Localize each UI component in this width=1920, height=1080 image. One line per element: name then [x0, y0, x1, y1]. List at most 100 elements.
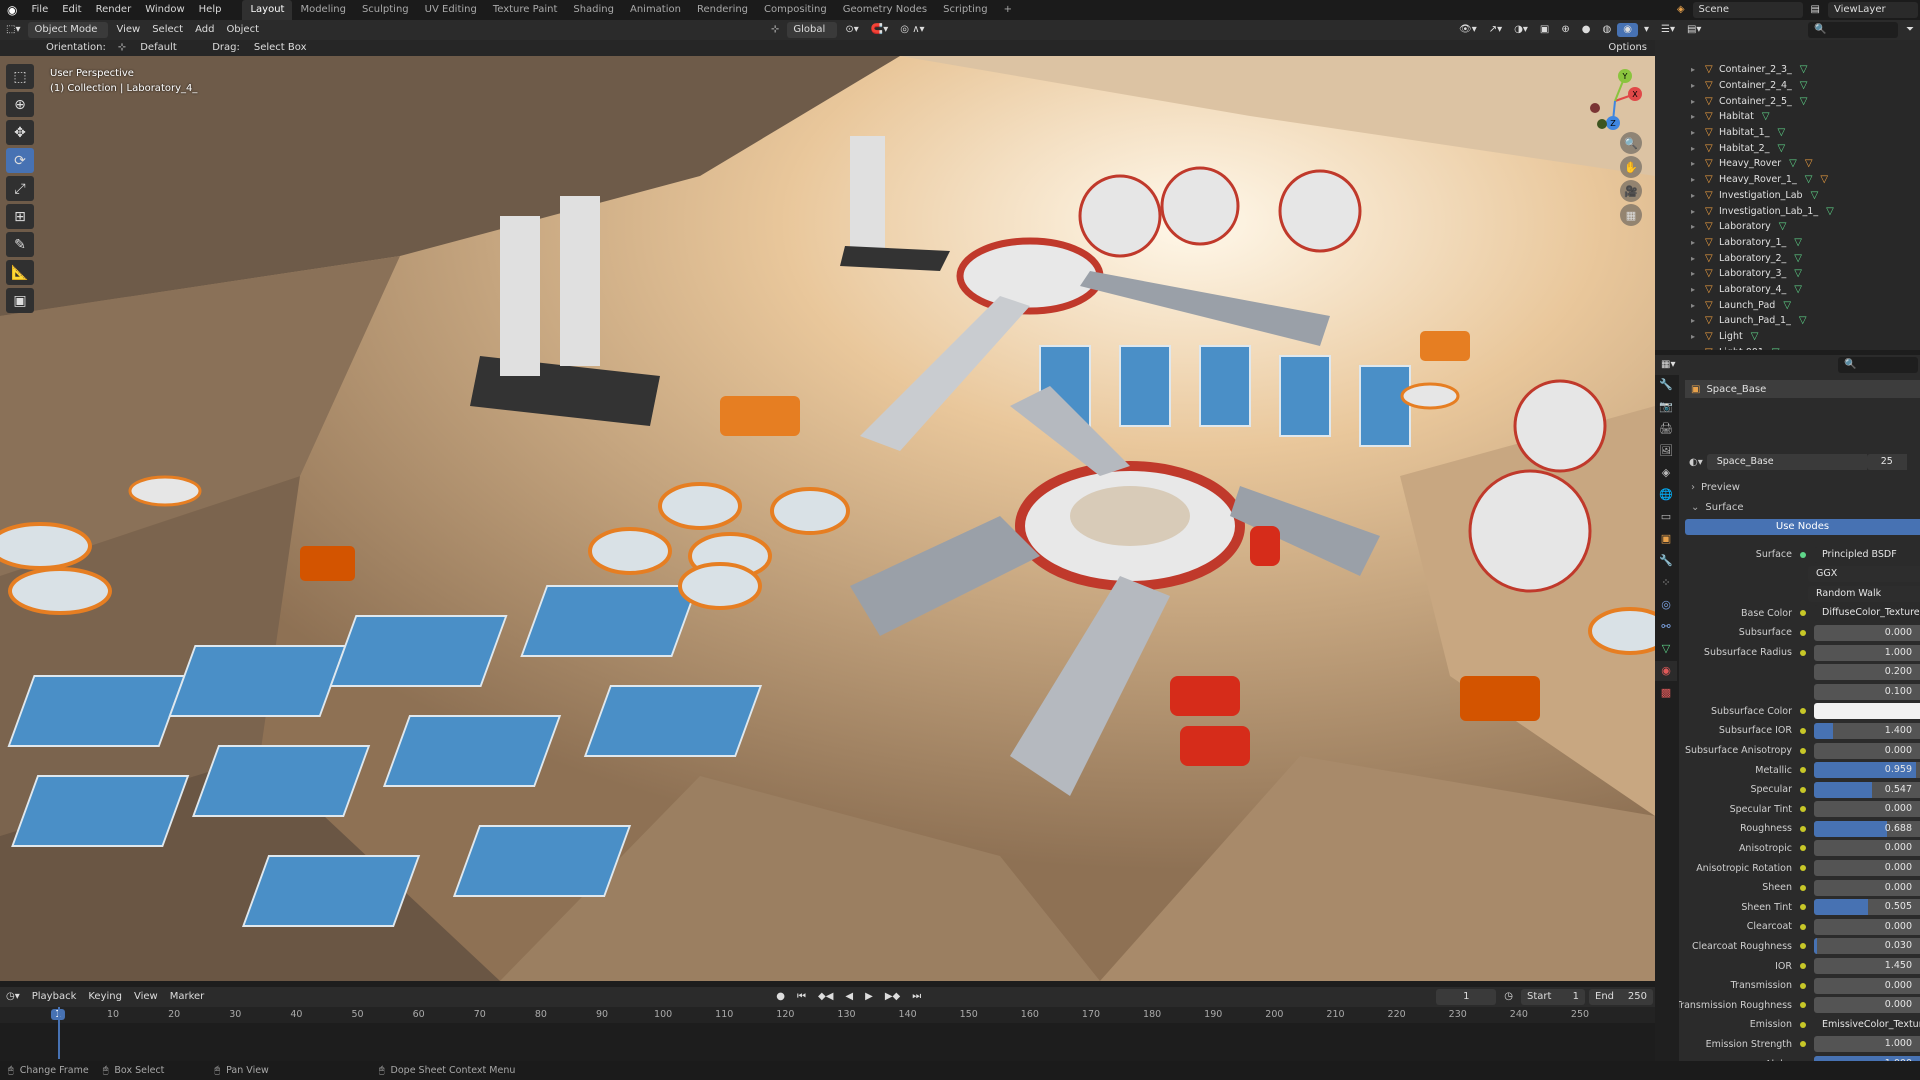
select-box-tool-icon[interactable]: ⬚	[6, 64, 34, 89]
workspace-tab-texture-paint[interactable]: Texture Paint	[485, 0, 566, 20]
visibility-icon[interactable]: 👁▾	[1453, 23, 1483, 37]
outliner-item[interactable]: ▸ ▽ Habitat ▽	[1655, 109, 1920, 125]
shading-wireframe-icon[interactable]: ⊕	[1555, 23, 1575, 37]
expand-arrow-icon[interactable]: ▸	[1691, 128, 1705, 137]
menu-render[interactable]: Render	[89, 0, 139, 20]
jump-start-icon[interactable]: ⏮	[791, 990, 812, 1004]
expand-arrow-icon[interactable]: ▸	[1691, 238, 1705, 247]
timeline-menu-marker[interactable]: Marker	[164, 990, 211, 1004]
annotate-tool-icon[interactable]: ✎	[6, 232, 34, 257]
next-keyframe-icon[interactable]: ▶◆	[879, 990, 906, 1004]
outliner-item[interactable]: ▸ ▽ Heavy_Rover_1_ ▽ ▽	[1655, 172, 1920, 188]
proportional-edit-icon[interactable]: ◎ ∧▾	[894, 23, 930, 37]
bsdf-value-field[interactable]: 0.000	[1814, 624, 1920, 641]
menu-help[interactable]: Help	[192, 0, 229, 20]
playhead[interactable]	[58, 1007, 60, 1059]
jump-end-icon[interactable]: ⏭	[906, 990, 927, 1004]
subsurface-method-dropdown[interactable]: Random Walk	[1808, 585, 1920, 602]
viewport-3d[interactable]: User Perspective (1) Collection | Labora…	[0, 56, 1655, 981]
outliner-editor-type-icon[interactable]: ☰▾	[1655, 23, 1681, 37]
play-reverse-icon[interactable]: ◀	[839, 990, 859, 1004]
play-icon[interactable]: ▶	[859, 990, 879, 1004]
editor-type-icon[interactable]: ⬚▾	[0, 23, 26, 37]
material-sphere-icon[interactable]: ◐▾	[1689, 457, 1703, 468]
workspace-tab-compositing[interactable]: Compositing	[756, 0, 835, 20]
outliner-item[interactable]: ▸ ▽ Heavy_Rover ▽ ▽	[1655, 156, 1920, 172]
socket-icon[interactable]	[1800, 767, 1806, 774]
bsdf-value-field[interactable]: 0.000	[1814, 801, 1920, 818]
orientation-selector[interactable]: Default	[134, 40, 205, 56]
bsdf-value-field[interactable]: 0.000	[1814, 840, 1920, 857]
measure-tool-icon[interactable]: 📐	[6, 260, 34, 285]
bsdf-value-field[interactable]: 1.000	[1814, 1036, 1920, 1053]
timeline-menu-playback[interactable]: Playback	[26, 990, 83, 1004]
cursor-tool-icon[interactable]: ⊕	[6, 92, 34, 117]
object-tab-icon[interactable]: ▣	[1655, 529, 1677, 549]
workspace-tab-rendering[interactable]: Rendering	[689, 0, 756, 20]
expand-arrow-icon[interactable]: ▸	[1691, 222, 1705, 231]
expand-arrow-icon[interactable]: ▸	[1691, 285, 1705, 294]
socket-icon[interactable]	[1800, 747, 1806, 754]
current-frame-field[interactable]: 1	[1436, 989, 1497, 1005]
expand-arrow-icon[interactable]: ▸	[1691, 65, 1705, 74]
expand-arrow-icon[interactable]: ▸	[1691, 269, 1705, 278]
bsdf-link-field[interactable]: EmissiveColor_Texture	[1814, 1016, 1920, 1033]
data-tab-icon[interactable]: ▽	[1655, 639, 1677, 659]
expand-arrow-icon[interactable]: ▸	[1691, 316, 1705, 325]
outliner-item[interactable]: ▸ ▽ Investigation_Lab ▽	[1655, 188, 1920, 204]
bsdf-value-field[interactable]: 0.959	[1814, 762, 1920, 779]
material-tab-icon[interactable]: ◉	[1655, 661, 1677, 681]
scale-tool-icon[interactable]: ⤢	[6, 176, 34, 201]
bsdf-value-field[interactable]: 1.450	[1814, 958, 1920, 975]
expand-arrow-icon[interactable]: ▸	[1691, 159, 1705, 168]
navigation-gizmo[interactable]: X Y Z	[1580, 66, 1650, 136]
surface-panel-header[interactable]: ⌄ Surface	[1685, 498, 1920, 518]
socket-icon[interactable]	[1800, 982, 1806, 989]
workspace-tab-sculpting[interactable]: Sculpting	[354, 0, 417, 20]
expand-arrow-icon[interactable]: ▸	[1691, 175, 1705, 184]
socket-icon[interactable]	[1800, 727, 1806, 734]
pan-hand-icon[interactable]: ✋	[1620, 156, 1642, 178]
outliner-item[interactable]: ▸ ▽ Laboratory_3_ ▽	[1655, 266, 1920, 282]
texture-tab-icon[interactable]: ▩	[1655, 683, 1677, 703]
workspace-tab-uv-editing[interactable]: UV Editing	[417, 0, 485, 20]
socket-icon[interactable]	[1800, 629, 1806, 636]
outliner-item[interactable]: ▸ ▽ Container_2_4_ ▽	[1655, 78, 1920, 94]
menu-file[interactable]: File	[24, 0, 55, 20]
outliner-item[interactable]: ▸ ▽ Container_2_5_ ▽	[1655, 93, 1920, 109]
end-frame-field[interactable]: End 250	[1589, 989, 1653, 1005]
prev-keyframe-icon[interactable]: ◆◀	[812, 990, 839, 1004]
menu-add[interactable]: Add	[189, 23, 220, 37]
outliner-item[interactable]: ▸ ▽ Habitat_2_ ▽	[1655, 140, 1920, 156]
shading-solid-icon[interactable]: ●	[1576, 23, 1597, 37]
add-workspace-button[interactable]: +	[996, 0, 1020, 20]
expand-arrow-icon[interactable]: ▸	[1691, 301, 1705, 310]
distribution-dropdown[interactable]: GGX	[1808, 566, 1920, 583]
outliner-item[interactable]: ▸ ▽ Launch_Pad_1_ ▽	[1655, 313, 1920, 329]
outliner-item[interactable]: ▸ ▽ Laboratory ▽	[1655, 219, 1920, 235]
bsdf-link-field[interactable]: DiffuseColor_Texture	[1814, 605, 1920, 622]
bsdf-value-field[interactable]: 0.688	[1814, 820, 1920, 837]
outliner-item[interactable]: ▸ ▽ Investigation_Lab_1_ ▽	[1655, 203, 1920, 219]
bsdf-value-field[interactable]: 0.200	[1814, 664, 1920, 681]
bsdf-value-field[interactable]: 0.030	[1814, 938, 1920, 955]
modifier-tab-icon[interactable]: 🔧	[1655, 551, 1677, 571]
use-nodes-button[interactable]: Use Nodes	[1685, 518, 1920, 535]
workspace-tab-scripting[interactable]: Scripting	[935, 0, 995, 20]
menu-edit[interactable]: Edit	[55, 0, 88, 20]
workspace-tab-shading[interactable]: Shading	[565, 0, 622, 20]
options-dropdown[interactable]: Options	[1602, 40, 1653, 56]
move-tool-icon[interactable]: ✥	[6, 120, 34, 145]
material-name-field[interactable]: Space_Base	[1706, 454, 1867, 470]
expand-arrow-icon[interactable]: ▸	[1691, 97, 1705, 106]
workspace-tab-modeling[interactable]: Modeling	[292, 0, 354, 20]
add-cube-tool-icon[interactable]: ▣	[6, 288, 34, 313]
socket-icon[interactable]	[1800, 1041, 1806, 1048]
output-tab-icon[interactable]: 🖨	[1655, 419, 1677, 439]
bsdf-value-field[interactable]: 0.547	[1814, 781, 1920, 798]
gizmo-toggle-icon[interactable]: ↗▾	[1483, 23, 1508, 37]
xray-toggle-icon[interactable]: ▣	[1534, 23, 1555, 37]
pivot-icon[interactable]: ⊙▾	[839, 23, 864, 37]
expand-arrow-icon[interactable]: ▸	[1691, 348, 1705, 350]
preview-range-icon[interactable]: ◷	[1498, 990, 1519, 1004]
